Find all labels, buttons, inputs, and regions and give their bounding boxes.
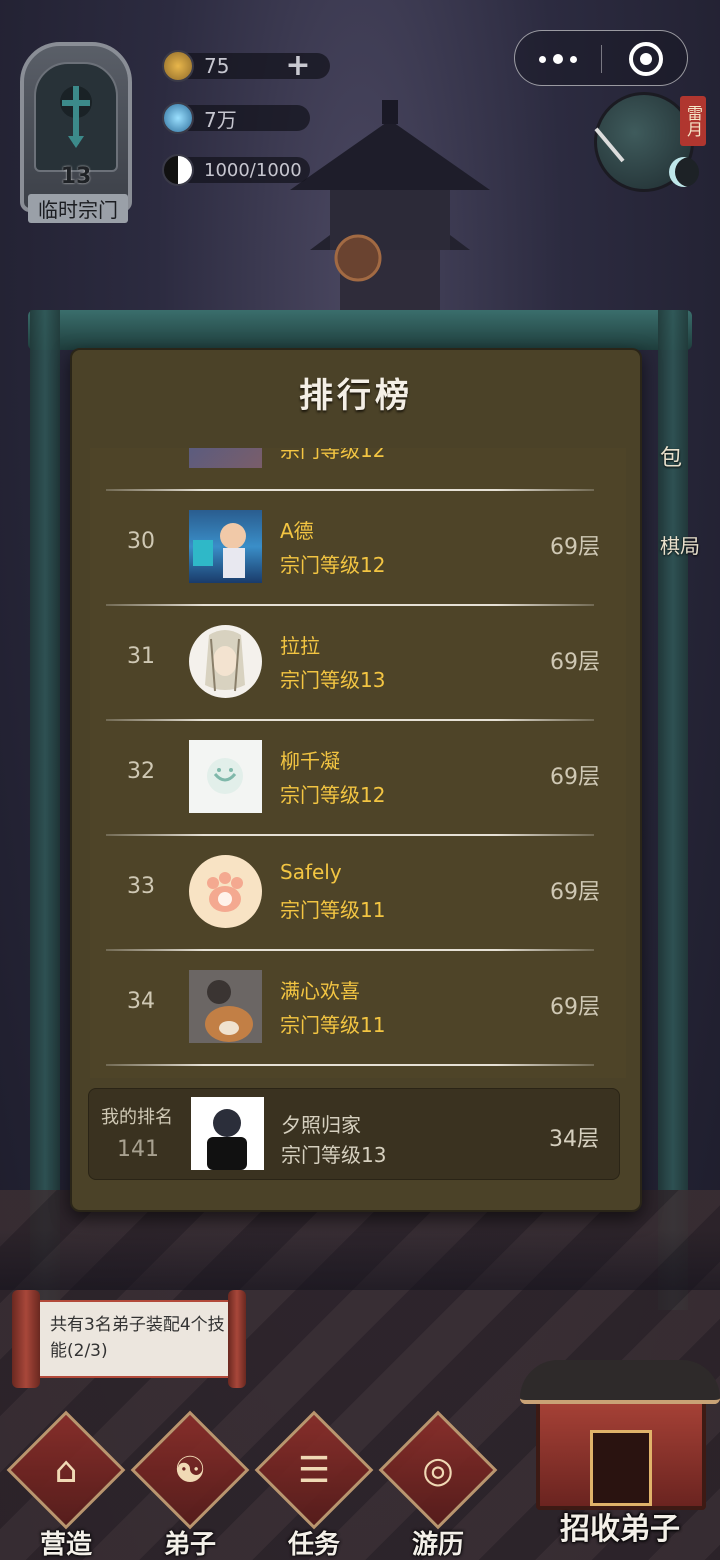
task-hint-text: 共有3名弟子装配4个技能(2/3) bbox=[50, 1315, 225, 1361]
row-name: 满心欢喜 bbox=[280, 979, 360, 1003]
recruit-roof bbox=[520, 1360, 720, 1404]
nav-tasks[interactable]: ☰ 任务 bbox=[254, 1410, 374, 1560]
build-icon: ⌂ bbox=[54, 1450, 78, 1491]
row-rank: 32 bbox=[127, 759, 155, 784]
row-divider bbox=[106, 1064, 594, 1066]
clock-hand bbox=[594, 127, 625, 163]
row-name: A德 bbox=[280, 519, 314, 543]
row-floor: 69层 bbox=[550, 650, 600, 675]
row-rank: 33 bbox=[127, 874, 155, 899]
energy-value: 1000/1000 bbox=[204, 159, 302, 181]
scroll-rod-right bbox=[228, 1290, 246, 1388]
my-name: 夕照归家 bbox=[281, 1113, 361, 1137]
sect-name: 临时宗门 bbox=[28, 194, 128, 223]
nav-build[interactable]: ⌂ 营造 bbox=[6, 1410, 126, 1560]
crystal-icon bbox=[162, 102, 194, 134]
table-row[interactable]: 34 满心欢喜 宗门等级11 69层 bbox=[90, 951, 626, 1066]
row-name: 拉拉 bbox=[280, 634, 320, 658]
table-row[interactable]: 32 柳千凝 宗门等级12 69层 bbox=[90, 721, 626, 836]
row-floor: 69层 bbox=[550, 765, 600, 790]
row-level: 宗门等级12 bbox=[280, 448, 386, 462]
my-rank-number: 141 bbox=[117, 1137, 159, 1162]
row-rank: 34 bbox=[127, 989, 155, 1014]
my-rank-label: 我的排名 bbox=[101, 1107, 173, 1128]
user-avatar bbox=[189, 448, 262, 468]
tasks-icon: ☰ bbox=[297, 1450, 331, 1491]
table-row[interactable]: 33 Safely 宗门等级11 69层 bbox=[90, 836, 626, 951]
spirit-stone-icon bbox=[162, 50, 194, 82]
table-row[interactable]: 31 拉拉 宗门等级13 69层 bbox=[90, 606, 626, 721]
gate-icon bbox=[590, 1430, 652, 1506]
row-level: 宗门等级13 bbox=[280, 668, 386, 692]
moon-icon bbox=[669, 157, 699, 187]
dot-icon bbox=[539, 55, 546, 63]
dot-icon bbox=[553, 54, 563, 64]
resource-pill bbox=[176, 105, 310, 131]
gate-beam bbox=[28, 310, 692, 350]
row-floor: 69层 bbox=[550, 535, 600, 560]
nav-travel[interactable]: ◎ 游历 bbox=[378, 1410, 498, 1560]
sect-emblem-icon bbox=[60, 86, 92, 148]
leaderboard-panel: 排行榜 宗门等级12 30 A德 宗门等级12 69层 31 拉拉 宗门等级13… bbox=[70, 348, 642, 1212]
gate-pillar-left bbox=[30, 310, 60, 1310]
travel-icon: ◎ bbox=[422, 1450, 454, 1491]
dot-icon bbox=[570, 55, 577, 63]
my-avatar bbox=[191, 1097, 264, 1170]
nav-label: 营造 bbox=[39, 1530, 92, 1560]
row-level: 宗门等级11 bbox=[280, 898, 386, 922]
table-row[interactable]: 30 A德 宗门等级12 69层 bbox=[90, 491, 626, 606]
recruit-label: 招收弟子 bbox=[560, 1512, 680, 1547]
crystal-value: 7万 bbox=[204, 107, 237, 132]
recruit-disciples-button[interactable]: 招收弟子 bbox=[520, 1360, 720, 1560]
row-floor: 69层 bbox=[550, 880, 600, 905]
nav-disciples[interactable]: ☯ 弟子 bbox=[130, 1410, 250, 1560]
nav-label: 任务 bbox=[287, 1530, 340, 1560]
smiley-avatar bbox=[189, 740, 262, 813]
row-level: 宗门等级12 bbox=[280, 553, 386, 577]
my-floor: 34层 bbox=[549, 1127, 599, 1152]
yin-yang-icon bbox=[162, 154, 194, 186]
anime-character-avatar bbox=[189, 625, 262, 698]
month-tag: 雷月 bbox=[680, 96, 706, 146]
close-miniprogram-icon[interactable] bbox=[629, 42, 663, 76]
row-name: 柳千凝 bbox=[280, 749, 340, 773]
resource-crystal[interactable]: 7万 bbox=[162, 102, 310, 134]
sect-level: 13 bbox=[60, 164, 92, 189]
more-menu-button[interactable] bbox=[515, 31, 601, 87]
cat-paw-avatar bbox=[189, 855, 262, 928]
sect-badge[interactable]: 13 临时宗门 bbox=[8, 12, 148, 223]
my-rank-row[interactable]: 我的排名 141 夕照归家 宗门等级13 34层 bbox=[88, 1088, 620, 1180]
row-level: 宗门等级12 bbox=[280, 783, 386, 807]
leaderboard-title: 排行榜 bbox=[299, 376, 413, 416]
row-floor: 69层 bbox=[550, 995, 600, 1020]
spirit-stone-value: 75 bbox=[204, 54, 230, 78]
miniprogram-capsule bbox=[514, 30, 688, 86]
scroll-rod-left bbox=[12, 1290, 40, 1388]
row-rank: 30 bbox=[127, 529, 155, 554]
task-hint-scroll[interactable]: 共有3名弟子装配4个技能(2/3) bbox=[12, 1290, 248, 1388]
roof-shadow bbox=[0, 1230, 720, 1290]
row-rank: 31 bbox=[127, 644, 155, 669]
row-level: 宗门等级11 bbox=[280, 1013, 386, 1037]
side-menu-bag[interactable]: 包 bbox=[660, 440, 682, 472]
row-name: Safely bbox=[280, 860, 342, 884]
dog-photo-avatar bbox=[189, 970, 262, 1043]
table-row[interactable]: 宗门等级12 bbox=[90, 448, 626, 491]
nav-label: 弟子 bbox=[163, 1530, 216, 1560]
leaderboard-list[interactable]: 宗门等级12 30 A德 宗门等级12 69层 31 拉拉 宗门等级13 69层… bbox=[90, 448, 626, 1078]
day-cycle-clock[interactable] bbox=[594, 92, 699, 192]
baby-photo-avatar bbox=[189, 510, 262, 583]
disciples-icon: ☯ bbox=[173, 1450, 207, 1491]
nav-label: 游历 bbox=[411, 1530, 464, 1560]
my-level: 宗门等级13 bbox=[281, 1143, 387, 1167]
resource-energy[interactable]: 1000/1000 bbox=[162, 154, 310, 186]
capsule-separator bbox=[601, 45, 602, 73]
add-spirit-stone-button[interactable]: + bbox=[284, 51, 312, 81]
resource-spirit-stone[interactable]: 75 + bbox=[162, 50, 330, 82]
side-menu-chess[interactable]: 棋局 bbox=[660, 530, 700, 559]
